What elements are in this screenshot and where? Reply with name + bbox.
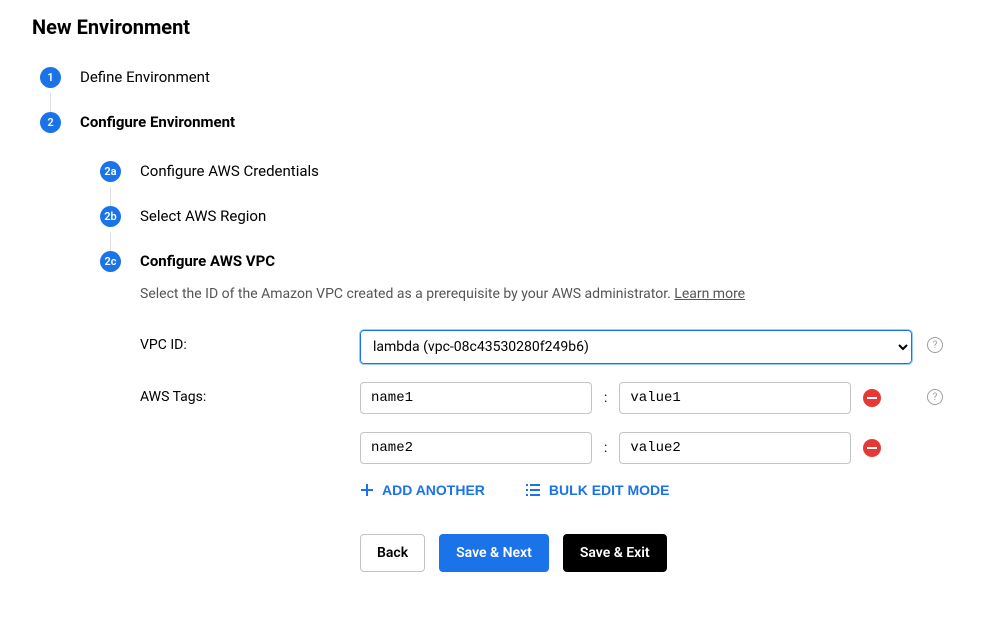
substep-badge-2a: 2a <box>100 161 121 182</box>
save-next-button[interactable]: Save & Next <box>439 534 549 572</box>
tag-value-input[interactable] <box>619 382 851 414</box>
tag-colon: : <box>604 390 607 406</box>
bulk-edit-button[interactable]: BULK EDIT MODE <box>525 482 670 498</box>
step-configure-environment[interactable]: 2 Configure Environment 2a Configure AWS… <box>40 112 950 614</box>
aws-tags-row: AWS Tags: : <box>140 382 950 572</box>
list-icon <box>525 483 541 497</box>
tag-name-input[interactable] <box>360 432 592 464</box>
vpc-id-select[interactable]: lambda (vpc-08c43530280f249b6) <box>360 330 912 364</box>
vpc-desc-text: Select the ID of the Amazon VPC created … <box>140 286 674 302</box>
bulk-edit-label: BULK EDIT MODE <box>549 482 670 498</box>
tag-name-input[interactable] <box>360 382 592 414</box>
substep-badge-2b: 2b <box>100 206 121 227</box>
substep-aws-vpc: 2c Configure AWS VPC Select the ID of th… <box>100 251 950 572</box>
substep-aws-region[interactable]: 2b Select AWS Region <box>100 206 950 251</box>
form-buttons: Back Save & Next Save & Exit <box>360 534 912 572</box>
remove-tag-button[interactable] <box>863 439 881 457</box>
remove-tag-button[interactable] <box>863 389 881 407</box>
step-badge-1: 1 <box>40 67 61 88</box>
aws-tags-label: AWS Tags: <box>140 382 360 405</box>
configure-substeps: 2a Configure AWS Credentials 2b Select A… <box>80 133 950 572</box>
tag-actions: ADD ANOTHER BULK EDIT MODE <box>360 482 912 498</box>
learn-more-link[interactable]: Learn more <box>674 286 745 302</box>
save-exit-button[interactable]: Save & Exit <box>563 534 667 572</box>
substep-title-vpc: Configure AWS VPC <box>140 251 950 272</box>
wizard-steps: 1 Define Environment 2 Configure Environ… <box>32 67 950 614</box>
tag-row: : <box>360 382 912 414</box>
help-icon[interactable]: ? <box>927 337 943 353</box>
help-icon[interactable]: ? <box>927 389 943 405</box>
substep-desc-vpc: Select the ID of the Amazon VPC created … <box>140 286 950 302</box>
step-define-environment[interactable]: 1 Define Environment <box>40 67 950 112</box>
vpc-id-row: VPC ID: lambda (vpc-08c43530280f249b6) ? <box>140 330 950 364</box>
substep-title-region: Select AWS Region <box>140 206 950 227</box>
substep-badge-2c: 2c <box>100 251 121 272</box>
step-badge-2: 2 <box>40 112 61 133</box>
minus-icon <box>867 447 877 449</box>
back-button[interactable]: Back <box>360 534 425 572</box>
tag-row: : <box>360 432 912 464</box>
vpc-id-label: VPC ID: <box>140 330 360 353</box>
tag-value-input[interactable] <box>619 432 851 464</box>
step-title-define: Define Environment <box>80 67 950 88</box>
tag-colon: : <box>604 440 607 456</box>
substep-aws-credentials[interactable]: 2a Configure AWS Credentials <box>100 161 950 206</box>
substep-title-credentials: Configure AWS Credentials <box>140 161 950 182</box>
plus-icon <box>360 483 374 497</box>
page-title: New Environment <box>32 15 950 39</box>
vpc-form: VPC ID: lambda (vpc-08c43530280f249b6) ?… <box>140 330 950 572</box>
step-title-configure: Configure Environment <box>80 112 950 133</box>
add-another-button[interactable]: ADD ANOTHER <box>360 482 485 498</box>
add-another-label: ADD ANOTHER <box>382 482 485 498</box>
minus-icon <box>867 397 877 399</box>
